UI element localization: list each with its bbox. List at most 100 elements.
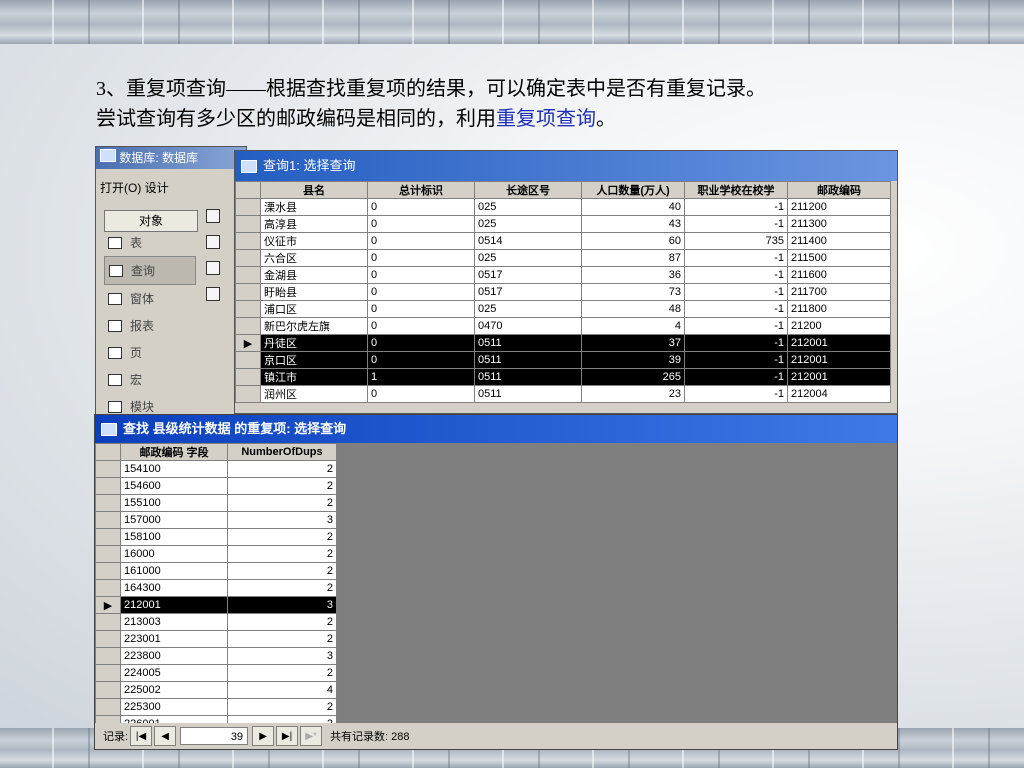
design-button[interactable]: 设计 [145,181,169,195]
table-cell[interactable]: 223800 [120,647,228,665]
table-row[interactable]: 154100 2 [95,460,337,478]
table-cell[interactable]: 丹徒区 [260,334,368,352]
table-cell[interactable]: 溧水县 [260,198,368,216]
table-cell[interactable]: 23 [581,385,685,403]
table-row[interactable]: 158100 2 [95,528,337,546]
object-type-item[interactable]: 窗体 [104,285,196,312]
table-cell[interactable]: 2 [227,664,337,682]
object-type-item[interactable]: 表 [104,229,196,256]
record-selector[interactable] [235,368,261,386]
table-cell[interactable]: 40 [581,198,685,216]
table-cell[interactable]: -1 [684,334,788,352]
record-selector[interactable] [95,613,121,631]
table-cell[interactable]: 0470 [474,317,582,335]
table-row[interactable]: 223001 2 [95,630,337,648]
first-record-button[interactable]: |◀ [130,726,153,746]
column-header[interactable]: 总计标识 [367,181,475,199]
table-cell[interactable]: 213003 [120,613,228,631]
table-cell[interactable]: 六合区 [260,249,368,267]
record-selector[interactable] [95,698,121,716]
table-cell[interactable]: 0517 [474,283,582,301]
record-selector[interactable] [95,647,121,665]
record-selector[interactable] [235,351,261,369]
table-cell[interactable]: 39 [581,351,685,369]
table-cell[interactable]: 0511 [474,385,582,403]
table-cell[interactable]: 0514 [474,232,582,250]
record-selector[interactable]: ▶ [95,596,121,614]
column-header[interactable]: 县名 [260,181,368,199]
table-row[interactable]: 161000 2 [95,562,337,580]
table-cell[interactable]: -1 [684,351,788,369]
table-row[interactable]: 157000 3 [95,511,337,529]
table-row[interactable]: 新巴尔虎左旗 0 0470 4 -1 21200 [235,317,891,335]
table-cell[interactable]: 025 [474,215,582,233]
table-cell[interactable]: 0 [367,283,475,301]
table-row[interactable]: 224005 2 [95,664,337,682]
record-selector[interactable] [235,300,261,318]
table-cell[interactable]: 盱眙县 [260,283,368,301]
table-cell[interactable]: 0 [367,351,475,369]
table-cell[interactable]: 48 [581,300,685,318]
column-header[interactable]: 职业学校在校学 [684,181,788,199]
table-row[interactable]: 225300 2 [95,698,337,716]
table-row[interactable]: 镇江市 1 0511 265 -1 212001 [235,368,891,386]
table-cell[interactable]: -1 [684,215,788,233]
table-cell[interactable]: 2 [227,613,337,631]
table-cell[interactable]: 0 [367,232,475,250]
table-cell[interactable]: 4 [581,317,685,335]
table-cell[interactable]: 223001 [120,630,228,648]
table-cell[interactable]: 212004 [787,385,891,403]
table-cell[interactable]: 155100 [120,494,228,512]
table-cell[interactable]: 4 [227,681,337,699]
table-cell[interactable]: 金湖县 [260,266,368,284]
table-cell[interactable]: 211400 [787,232,891,250]
record-selector[interactable] [235,198,261,216]
database-window-titlebar[interactable]: 数据库: 数据库 [96,147,246,169]
record-selector[interactable] [95,494,121,512]
table-cell[interactable]: 025 [474,300,582,318]
table-row[interactable]: 16000 2 [95,545,337,563]
table-cell[interactable]: 161000 [120,562,228,580]
table-cell[interactable]: 2 [227,494,337,512]
table-row[interactable]: 浦口区 0 025 48 -1 211800 [235,300,891,318]
table-cell[interactable]: 0 [367,385,475,403]
object-type-item[interactable]: 查询 [104,256,196,285]
table-cell[interactable]: 0 [367,266,475,284]
table-row[interactable]: 仪征市 0 0514 60 735 211400 [235,232,891,250]
table-cell[interactable]: 京口区 [260,351,368,369]
record-selector[interactable] [235,232,261,250]
table-row[interactable]: ▶ 212001 3 [95,596,337,614]
table-row[interactable]: 155100 2 [95,494,337,512]
open-button[interactable]: 打开(O) [100,181,141,195]
table-cell[interactable]: 0 [367,300,475,318]
table-cell[interactable]: 265 [581,368,685,386]
table-cell[interactable]: 36 [581,266,685,284]
table-cell[interactable]: 镇江市 [260,368,368,386]
table-row[interactable]: 金湖县 0 0517 36 -1 211600 [235,266,891,284]
table-cell[interactable]: -1 [684,368,788,386]
table-cell[interactable]: 0 [367,249,475,267]
table-row[interactable]: 高淳县 0 025 43 -1 211300 [235,215,891,233]
query-object-icon[interactable] [206,261,220,275]
table-cell[interactable]: 60 [581,232,685,250]
table-cell[interactable]: 211800 [787,300,891,318]
table-cell[interactable]: 高淳县 [260,215,368,233]
record-selector[interactable]: ▶ [235,334,261,352]
table-row[interactable]: 225002 4 [95,681,337,699]
table-cell[interactable]: 仪征市 [260,232,368,250]
record-selector[interactable] [95,579,121,597]
record-selector[interactable] [95,477,121,495]
table-cell[interactable]: 0511 [474,368,582,386]
record-selector[interactable] [235,317,261,335]
table-cell[interactable]: 2 [227,579,337,597]
table-cell[interactable]: 211700 [787,283,891,301]
column-header[interactable]: 长途区号 [474,181,582,199]
table-cell[interactable]: 154600 [120,477,228,495]
table-cell[interactable]: 211300 [787,215,891,233]
record-selector[interactable] [95,681,121,699]
table-cell[interactable]: 2 [227,545,337,563]
table-row[interactable]: 盱眙县 0 0517 73 -1 211700 [235,283,891,301]
table-cell[interactable]: 0517 [474,266,582,284]
query-object-icon[interactable] [206,287,220,301]
object-type-item[interactable]: 报表 [104,312,196,339]
